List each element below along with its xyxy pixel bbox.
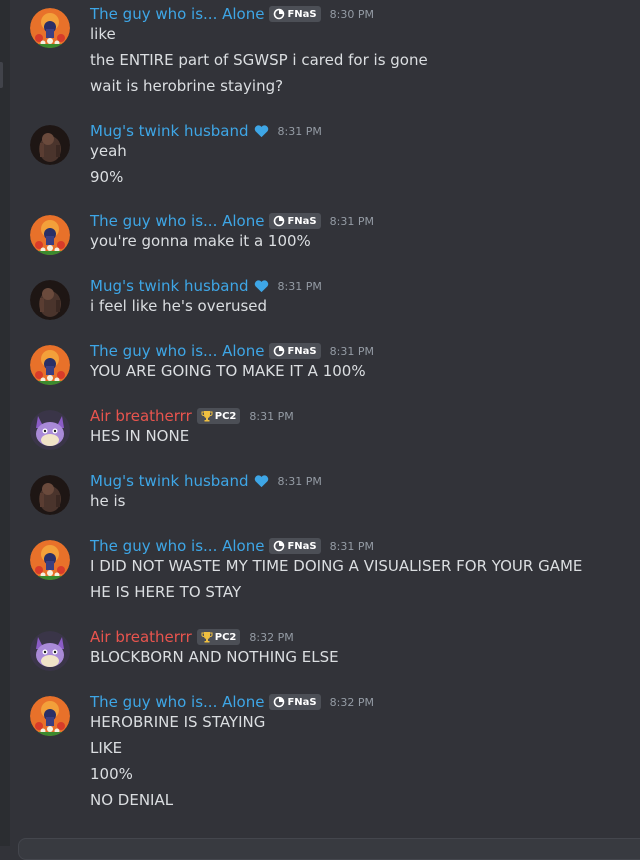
dark-figure-avatar[interactable] xyxy=(30,280,70,320)
message-text: wait is herobrine staying? xyxy=(90,77,284,95)
author-name[interactable]: Mug's twink husband xyxy=(90,122,249,140)
message-header: The guy who is... Alone FNaS 8:30 PM xyxy=(90,3,374,25)
orange-creature-avatar[interactable] xyxy=(30,345,70,385)
purple-cat-avatar[interactable] xyxy=(30,410,70,450)
dark-figure-avatar[interactable] xyxy=(30,125,70,165)
server-tag[interactable]: PC2 xyxy=(196,629,241,645)
author-name[interactable]: Air breatherrr xyxy=(90,628,192,646)
ring-icon xyxy=(273,696,285,708)
timestamp[interactable]: 8:32 PM xyxy=(249,631,293,644)
author-name[interactable]: The guy who is... Alone xyxy=(90,693,264,711)
message-group: Air breatherrr PC2 8:32 PM BLOCKBORN AND NO… xyxy=(0,628,640,673)
trophy-icon xyxy=(201,631,213,643)
ring-icon xyxy=(273,8,285,20)
server-tag-label: PC2 xyxy=(214,410,237,422)
timestamp[interactable]: 8:31 PM xyxy=(330,345,374,358)
server-tag-label: FNaS xyxy=(287,540,317,552)
timestamp[interactable]: 8:31 PM xyxy=(249,410,293,423)
server-tag[interactable]: FNaS xyxy=(269,538,321,554)
message-header: Mug's twink husband 8:31 PM xyxy=(90,275,322,297)
author-name[interactable]: The guy who is... Alone xyxy=(90,212,264,230)
orange-creature-avatar[interactable] xyxy=(30,696,70,736)
message-text: YOU ARE GOING TO MAKE IT A 100% xyxy=(90,362,366,380)
author-name[interactable]: The guy who is... Alone xyxy=(90,5,264,23)
timestamp[interactable]: 8:31 PM xyxy=(330,215,374,228)
dark-figure-avatar[interactable] xyxy=(30,475,70,515)
message-text: you're gonna make it a 100% xyxy=(90,232,311,250)
message-text: yeah xyxy=(90,142,127,160)
server-tag-label: FNaS xyxy=(287,696,317,708)
orange-creature-avatar[interactable] xyxy=(30,8,70,48)
orange-creature-avatar[interactable] xyxy=(30,215,70,255)
timestamp[interactable]: 8:31 PM xyxy=(278,280,322,293)
ring-icon xyxy=(273,345,285,357)
message-group: Mug's twink husband 8:31 PM he is xyxy=(0,472,640,517)
message-text: he is xyxy=(90,492,126,510)
message-header: Mug's twink husband 8:31 PM xyxy=(90,470,322,492)
purple-cat-avatar[interactable] xyxy=(30,631,70,671)
heart-icon xyxy=(254,124,269,138)
server-tag[interactable]: FNaS xyxy=(269,6,321,22)
message-group: Mug's twink husband 8:31 PM yeah 90% xyxy=(0,122,640,193)
heart-icon xyxy=(254,474,269,488)
message-header: Air breatherrr PC2 8:31 PM xyxy=(90,405,294,427)
server-tag-label: FNaS xyxy=(287,8,317,20)
server-tag-label: FNaS xyxy=(287,215,317,227)
message-text: HEROBRINE IS STAYING xyxy=(90,713,266,731)
orange-creature-avatar[interactable] xyxy=(30,540,70,580)
message-group: The guy who is... Alone FNaS 8:30 PM like th… xyxy=(0,5,640,102)
message-header: The guy who is... Alone FNaS 8:31 PM xyxy=(90,340,374,362)
timestamp[interactable]: 8:31 PM xyxy=(330,540,374,553)
message-text: HES IN NONE xyxy=(90,427,190,445)
timestamp[interactable]: 8:32 PM xyxy=(330,696,374,709)
message-group: The guy who is... Alone FNaS 8:32 PM HEROBR… xyxy=(0,693,640,816)
timestamp[interactable]: 8:31 PM xyxy=(278,475,322,488)
message-text: I DID NOT WASTE MY TIME DOING A VISUALIS… xyxy=(90,557,583,575)
server-tag[interactable]: FNaS xyxy=(269,343,321,359)
author-name[interactable]: The guy who is... Alone xyxy=(90,342,264,360)
message-text: HE IS HERE TO STAY xyxy=(90,583,242,601)
message-header: The guy who is... Alone FNaS 8:31 PM xyxy=(90,535,374,557)
author-name[interactable]: Mug's twink husband xyxy=(90,472,249,490)
ring-icon xyxy=(273,540,285,552)
server-tag-label: PC2 xyxy=(214,631,237,643)
timestamp[interactable]: 8:30 PM xyxy=(330,8,374,21)
message-text: NO DENIAL xyxy=(90,791,174,809)
message-text: 90% xyxy=(90,168,124,186)
message-header: The guy who is... Alone FNaS 8:32 PM xyxy=(90,691,374,713)
heart-icon xyxy=(254,279,269,293)
message-group: Air breatherrr PC2 8:31 PM HES IN NONE xyxy=(0,407,640,452)
message-text: i feel like he's overused xyxy=(90,297,268,315)
server-tag[interactable]: PC2 xyxy=(196,408,241,424)
message-text: 100% xyxy=(90,765,133,783)
server-tag[interactable]: FNaS xyxy=(269,213,321,229)
message-header: Air breatherrr PC2 8:32 PM xyxy=(90,626,294,648)
message-header: Mug's twink husband 8:31 PM xyxy=(90,120,322,142)
trophy-icon xyxy=(201,410,213,422)
author-name[interactable]: The guy who is... Alone xyxy=(90,537,264,555)
message-text: BLOCKBORN AND NOTHING ELSE xyxy=(90,648,339,666)
message-input[interactable] xyxy=(18,838,640,860)
message-group: Mug's twink husband 8:31 PM i feel like he… xyxy=(0,277,640,322)
author-name[interactable]: Air breatherrr xyxy=(90,407,192,425)
message-text: the ENTIRE part of SGWSP i cared for is … xyxy=(90,51,428,69)
ring-icon xyxy=(273,215,285,227)
timestamp[interactable]: 8:31 PM xyxy=(278,125,322,138)
message-text: LIKE xyxy=(90,739,123,757)
server-tag[interactable]: FNaS xyxy=(269,694,321,710)
message-text: like xyxy=(90,25,116,43)
server-tag-label: FNaS xyxy=(287,345,317,357)
message-header: The guy who is... Alone FNaS 8:31 PM xyxy=(90,210,374,232)
message-group: The guy who is... Alone FNaS 8:31 PM I DID … xyxy=(0,537,640,608)
message-group: The guy who is... Alone FNaS 8:31 PM YOU AR… xyxy=(0,342,640,387)
author-name[interactable]: Mug's twink husband xyxy=(90,277,249,295)
message-group: The guy who is... Alone FNaS 8:31 PM you're… xyxy=(0,212,640,257)
